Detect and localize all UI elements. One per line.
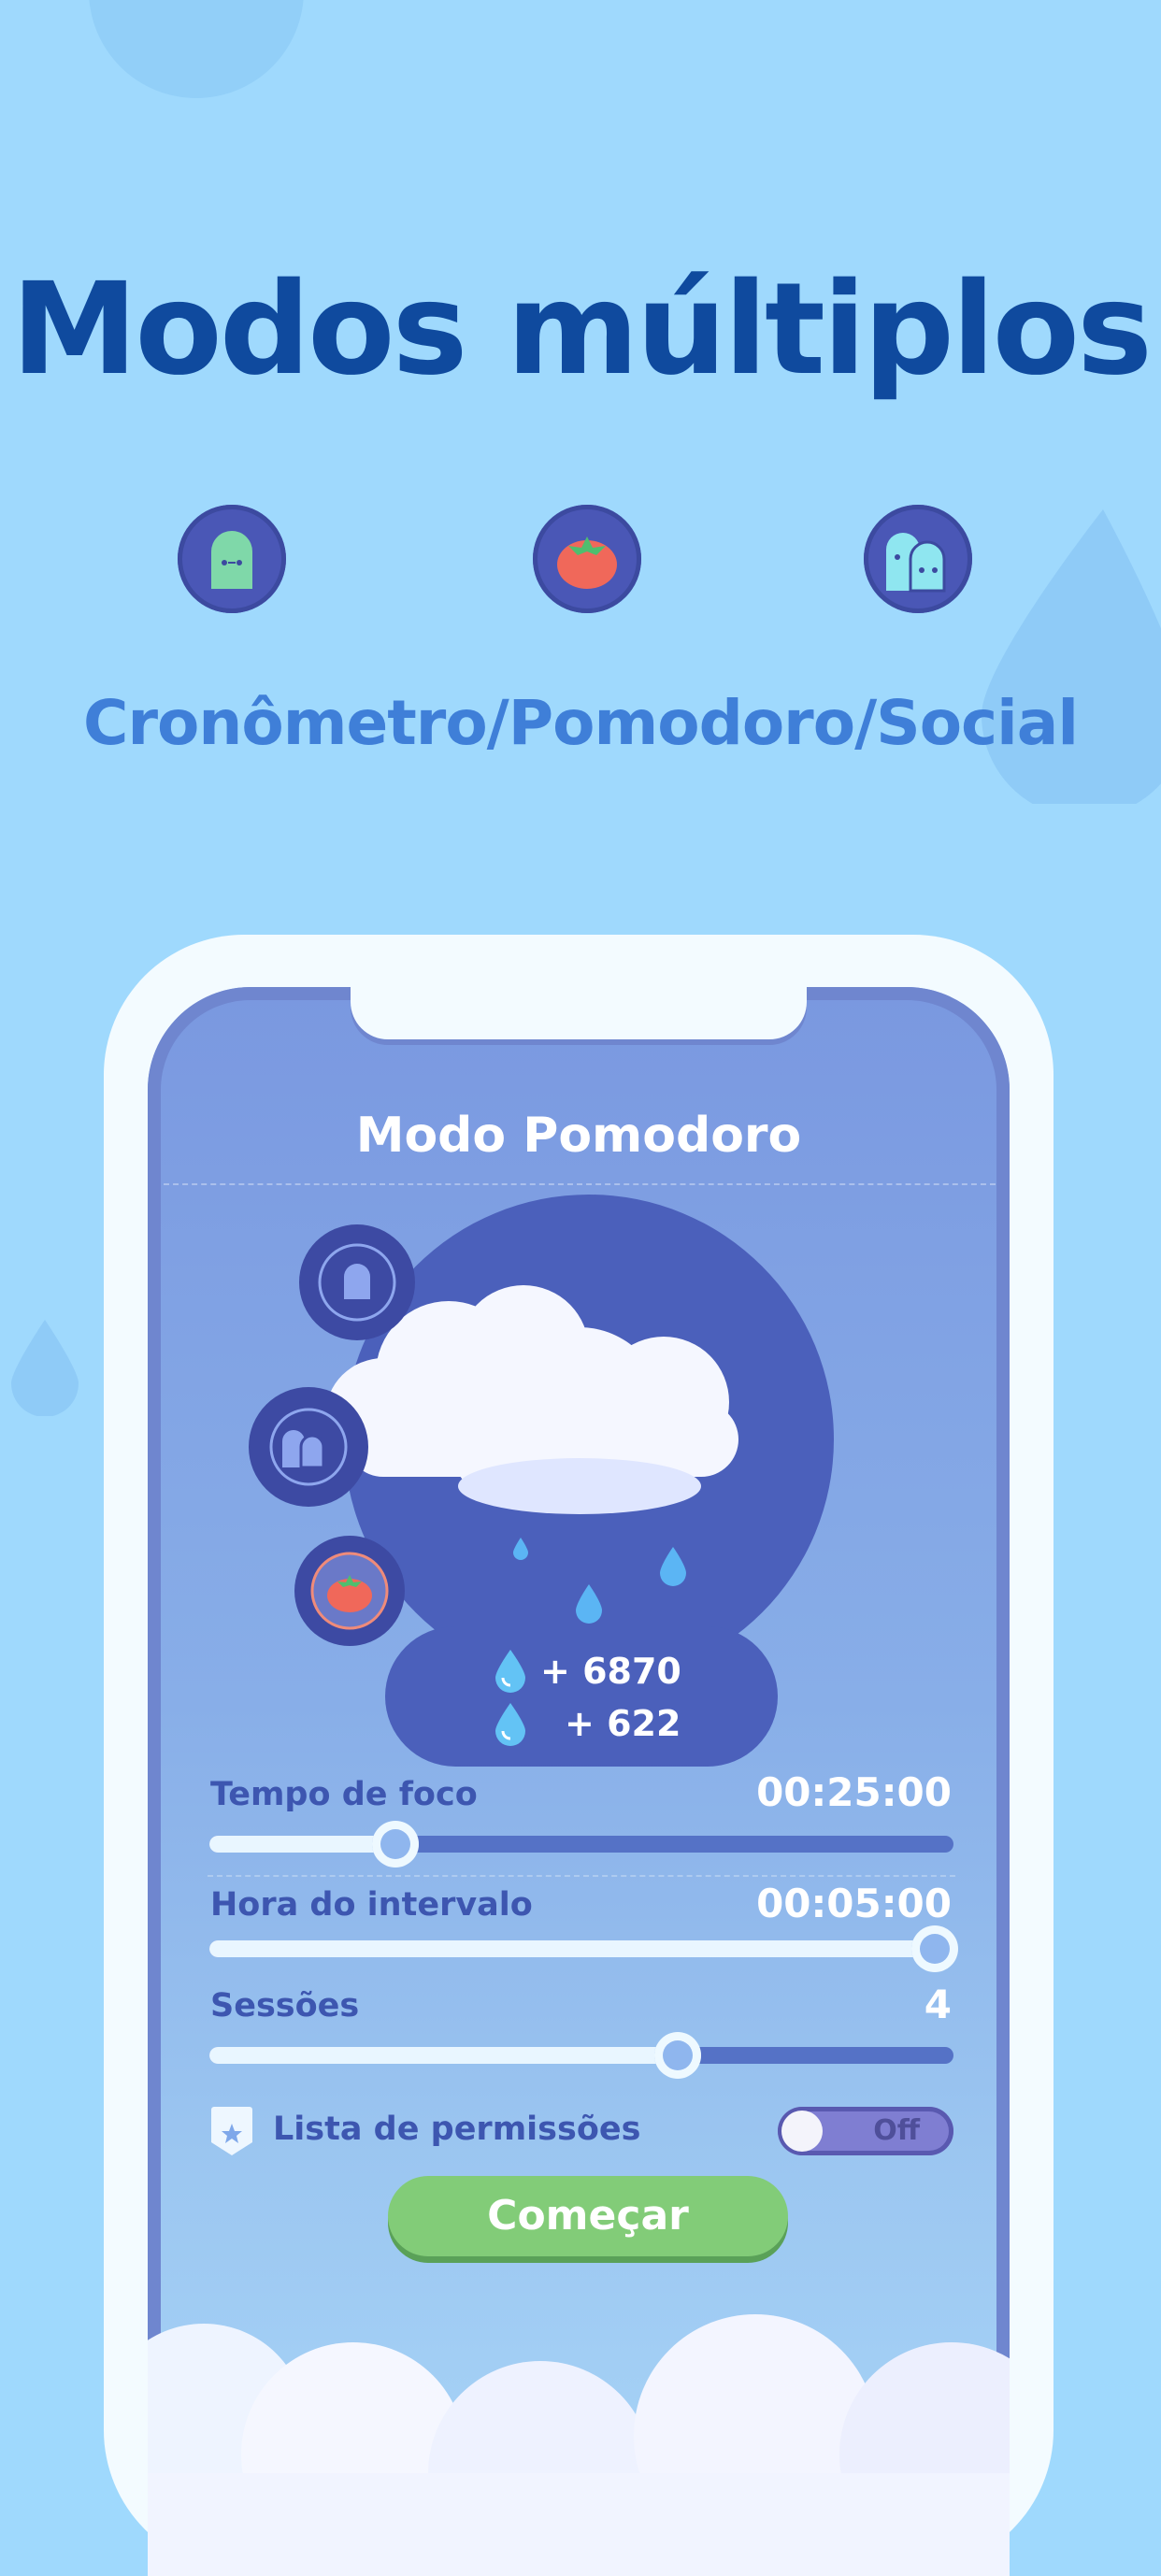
allowlist-label: Lista de permissões [273,2111,641,2148]
slider-fill [209,2047,679,2064]
sessions-value: 4 [924,1982,952,2027]
slider-fill [209,1836,395,1853]
stopwatch-ghost-icon [318,1243,396,1322]
break-time-label: Hora do intervalo [210,1886,533,1924]
reward-session: + 622 [565,1703,681,1744]
focus-time-slider[interactable] [209,1821,953,1868]
focus-time-value: 00:25:00 [756,1769,952,1815]
tomato-icon [310,1552,389,1630]
start-button[interactable]: Começar [388,2176,788,2256]
water-drop-icon [495,1703,525,1746]
shield-star-icon [211,2107,252,2155]
water-drop-icon [495,1650,525,1693]
decorative-small-drop [11,1320,79,1416]
mode-selector-pomodoro[interactable] [294,1536,405,1646]
mode-icons-row [0,505,1161,617]
tomato-icon [533,505,641,613]
sessions-label: Sessões [210,1987,360,2025]
toggle-state: Off [873,2114,920,2147]
decorative-circle [89,0,304,98]
bottom-clouds [148,2314,1010,2576]
reward-total: + 6870 [540,1651,681,1692]
screen-title: Modo Pomodoro [355,1108,802,1164]
slider-knob[interactable] [372,1821,419,1868]
modes-subtitle: Cronômetro/Pomodoro/Social [83,687,1079,759]
phone-notch [351,987,807,1039]
slider-fill [209,1940,935,1957]
row-divider [208,1875,955,1877]
social-ghosts-icon [269,1408,348,1486]
mode-selector-stopwatch[interactable] [299,1224,415,1340]
sessions-slider[interactable] [209,2032,953,2079]
page-headline: Modos múltiplos [11,256,1153,404]
slider-knob[interactable] [911,1925,958,1972]
break-time-slider[interactable] [209,1925,958,1972]
focus-time-label: Tempo de foco [210,1776,478,1813]
stopwatch-ghost-icon [178,505,286,613]
allowlist-toggle[interactable]: Off [778,2107,953,2155]
toggle-knob [781,2111,823,2152]
title-divider [164,1183,996,1185]
social-ghosts-icon [864,505,972,613]
mode-selector-social[interactable] [249,1387,368,1507]
break-time-value: 00:05:00 [756,1881,952,1926]
